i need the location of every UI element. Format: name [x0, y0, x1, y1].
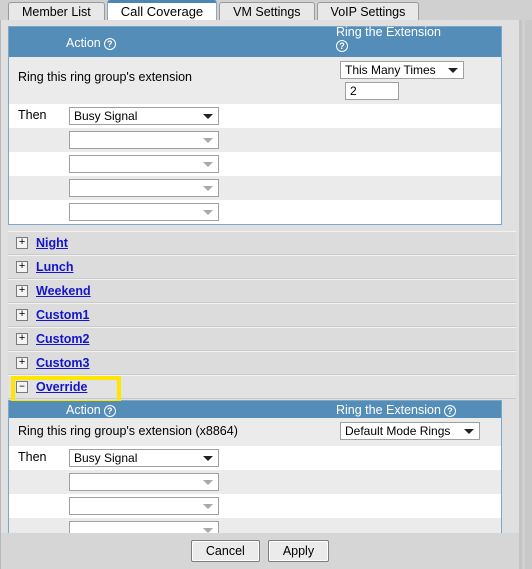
- accordion-item-lunch[interactable]: + Lunch: [8, 255, 516, 279]
- accordion-item-label[interactable]: Night: [36, 236, 68, 250]
- ring-extension-header-label: Ring the Extension: [336, 403, 441, 417]
- ring-extension-column-header: Ring the Extension ?: [336, 25, 501, 52]
- tab-label: VM Settings: [233, 5, 301, 19]
- then-action-select-3[interactable]: [69, 497, 219, 515]
- then-action-value: Busy Signal: [74, 451, 138, 465]
- default-action-header: Action? Ring the Extension ?: [9, 25, 501, 57]
- question-mark-icon[interactable]: ?: [103, 404, 116, 417]
- expand-plus-icon[interactable]: +: [16, 285, 28, 297]
- expand-plus-icon[interactable]: +: [16, 261, 28, 273]
- call-coverage-panel: Action? Ring the Extension ? Ring this r…: [0, 20, 522, 567]
- expand-plus-icon[interactable]: +: [16, 237, 28, 249]
- override-ring-row: Ring this ring group's extension (x8864)…: [9, 418, 501, 446]
- ring-mode-value: Default Mode Rings: [345, 424, 451, 438]
- default-ring-row: Ring this ring group's extension This Ma…: [9, 57, 501, 104]
- accordion-item-custom1[interactable]: + Custom1: [8, 303, 516, 327]
- ring-mode-select[interactable]: Default Mode Rings: [340, 422, 480, 440]
- then-action-value: Busy Signal: [74, 109, 138, 123]
- ring-extension-header-label: Ring the Extension: [336, 25, 441, 39]
- ring-group-extension-text: Ring this ring group's extension (x8864): [18, 424, 238, 438]
- accordion-item-custom3[interactable]: + Custom3: [8, 351, 516, 375]
- chevron-down-icon: [203, 210, 213, 215]
- chevron-down-icon: [448, 68, 458, 73]
- default-extra-row: [9, 128, 501, 152]
- tab-member-list[interactable]: Member List: [8, 2, 105, 21]
- tab-label: VoIP Settings: [330, 5, 406, 19]
- chevron-down-icon: [203, 480, 213, 485]
- override-extra-row: [9, 494, 501, 518]
- tab-vm-settings[interactable]: VM Settings: [219, 2, 315, 21]
- override-extra-row: [9, 470, 501, 494]
- accordion-item-label[interactable]: Custom1: [36, 308, 89, 322]
- default-extra-row: [9, 152, 501, 176]
- then-action-select-2[interactable]: [69, 131, 219, 149]
- override-then-row: Then Busy Signal: [9, 446, 501, 470]
- accordion-item-label[interactable]: Custom2: [36, 332, 89, 346]
- action-header-label: Action: [66, 36, 101, 50]
- accordion-item-weekend[interactable]: + Weekend: [8, 279, 516, 303]
- then-action-select-5[interactable]: [69, 203, 219, 221]
- question-mark-icon[interactable]: ?: [103, 37, 116, 50]
- question-mark-icon[interactable]: ?: [443, 404, 456, 417]
- mode-accordion: + Night + Lunch + Weekend + Custom1 + Cu…: [8, 231, 516, 404]
- ring-count-input[interactable]: 2: [345, 82, 399, 100]
- tab-label: Call Coverage: [120, 4, 204, 19]
- chevron-down-icon: [203, 504, 213, 509]
- chevron-down-icon: [203, 138, 213, 143]
- then-label: Then: [18, 108, 47, 122]
- accordion-item-override[interactable]: – Override: [8, 375, 516, 404]
- then-action-select-3[interactable]: [69, 155, 219, 173]
- tab-voip-settings[interactable]: VoIP Settings: [316, 2, 420, 21]
- then-action-select-2[interactable]: [69, 473, 219, 491]
- apply-button[interactable]: Apply: [267, 540, 330, 562]
- accordion-item-label[interactable]: Custom3: [36, 356, 89, 370]
- tab-label: Member List: [22, 5, 91, 19]
- question-mark-icon[interactable]: ?: [336, 40, 348, 52]
- tab-call-coverage[interactable]: Call Coverage: [106, 0, 218, 21]
- chevron-down-icon: [203, 162, 213, 167]
- then-action-select[interactable]: Busy Signal: [69, 107, 219, 125]
- app-window: Member List Call Coverage VM Settings Vo…: [0, 0, 532, 569]
- ring-mode-select[interactable]: This Many Times: [340, 61, 464, 79]
- then-label: Then: [18, 450, 47, 464]
- expand-plus-icon[interactable]: +: [16, 309, 28, 321]
- accordion-item-night[interactable]: + Night: [8, 231, 516, 255]
- action-column-header: Action?: [66, 36, 116, 50]
- chevron-down-icon: [203, 114, 213, 119]
- default-extra-row: [9, 176, 501, 200]
- action-column-header: Action?: [66, 403, 116, 417]
- expand-plus-icon[interactable]: +: [16, 357, 28, 369]
- ring-extension-column-header: Ring the Extension?: [336, 403, 501, 417]
- ring-group-extension-text: Ring this ring group's extension: [18, 70, 193, 84]
- default-extra-row: [9, 200, 501, 224]
- action-header-label: Action: [66, 403, 101, 417]
- collapse-minus-icon[interactable]: –: [16, 381, 28, 393]
- accordion-item-label[interactable]: Lunch: [36, 260, 74, 274]
- accordion-item-custom2[interactable]: + Custom2: [8, 327, 516, 351]
- expand-plus-icon[interactable]: +: [16, 333, 28, 345]
- accordion-item-label[interactable]: Weekend: [36, 284, 91, 298]
- chevron-down-icon: [203, 186, 213, 191]
- tab-strip: Member List Call Coverage VM Settings Vo…: [0, 0, 532, 21]
- chevron-down-icon: [203, 456, 213, 461]
- chevron-down-icon: [464, 429, 474, 434]
- override-action-header: Action? Ring the Extension?: [9, 401, 501, 418]
- ring-mode-value: This Many Times: [345, 63, 436, 77]
- accordion-item-label[interactable]: Override: [36, 380, 87, 394]
- footer-button-bar: Cancel Apply: [0, 533, 522, 569]
- cancel-button[interactable]: Cancel: [190, 540, 260, 562]
- right-gutter: [525, 20, 532, 569]
- default-then-row: Then Busy Signal: [9, 104, 501, 128]
- default-mode-action-box: Action? Ring the Extension ? Ring this r…: [8, 25, 502, 225]
- then-action-select-4[interactable]: [69, 179, 219, 197]
- then-action-select[interactable]: Busy Signal: [69, 449, 219, 467]
